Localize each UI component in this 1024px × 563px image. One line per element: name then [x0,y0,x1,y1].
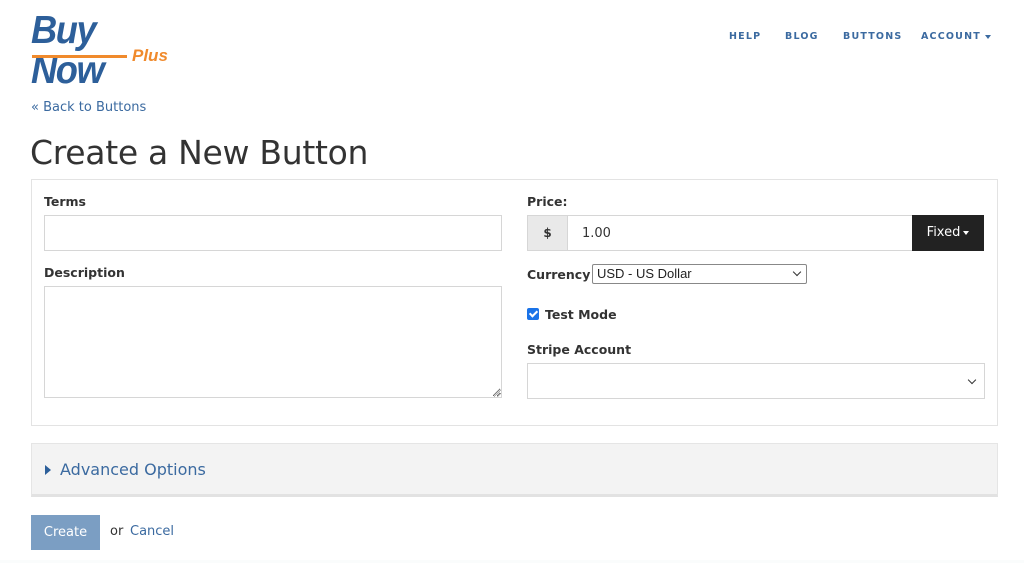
test-mode-label[interactable]: Test Mode [545,307,617,323]
stripe-account-label: Stripe Account [527,342,632,357]
currency-select[interactable]: USD - US Dollar [592,264,807,284]
advanced-options-toggle[interactable]: Advanced Options [31,443,998,497]
chevron-down-icon [792,267,802,277]
stripe-account-select[interactable] [527,363,985,399]
terms-label: Terms [44,194,86,209]
chevron-down-icon [967,375,977,385]
price-type-dropdown-button[interactable]: Fixed [912,215,984,251]
or-text: or [110,524,124,539]
description-textarea[interactable] [44,286,502,398]
logo-underline [32,55,127,58]
back-to-buttons-link[interactable]: « Back to Buttons [31,100,146,116]
price-type-label: Fixed [926,225,961,240]
currency-label: Currency [527,267,591,282]
nav-account-label: ACCOUNT [921,31,981,42]
caret-down-icon [984,34,991,39]
create-button[interactable]: Create [31,515,100,550]
nav-buttons[interactable]: BUTTONS [843,31,902,43]
currency-selected-value: USD - US Dollar [597,266,692,281]
price-input[interactable] [567,215,913,251]
currency-symbol-addon: $ [527,215,567,251]
nav-account[interactable]: ACCOUNT [921,31,991,43]
price-label: Price: [527,194,568,209]
top-nav: HELP BLOG BUTTONS ACCOUNT [0,31,1024,45]
terms-input[interactable] [44,215,502,251]
page-title: Create a New Button [30,133,369,172]
cancel-link[interactable]: Cancel [130,524,174,540]
logo-plus-text: Plus [132,46,168,65]
nav-help[interactable]: HELP [729,31,761,43]
caret-down-icon [963,230,970,235]
test-mode-checkbox[interactable] [527,308,539,320]
advanced-options-label: Advanced Options [60,460,206,479]
caret-right-icon [45,465,51,475]
price-input-group: $ Fixed [527,215,985,251]
button-form-panel: Terms Description Price: $ Fixed Currenc… [31,179,998,426]
nav-blog[interactable]: BLOG [785,31,819,43]
description-label: Description [44,265,125,280]
